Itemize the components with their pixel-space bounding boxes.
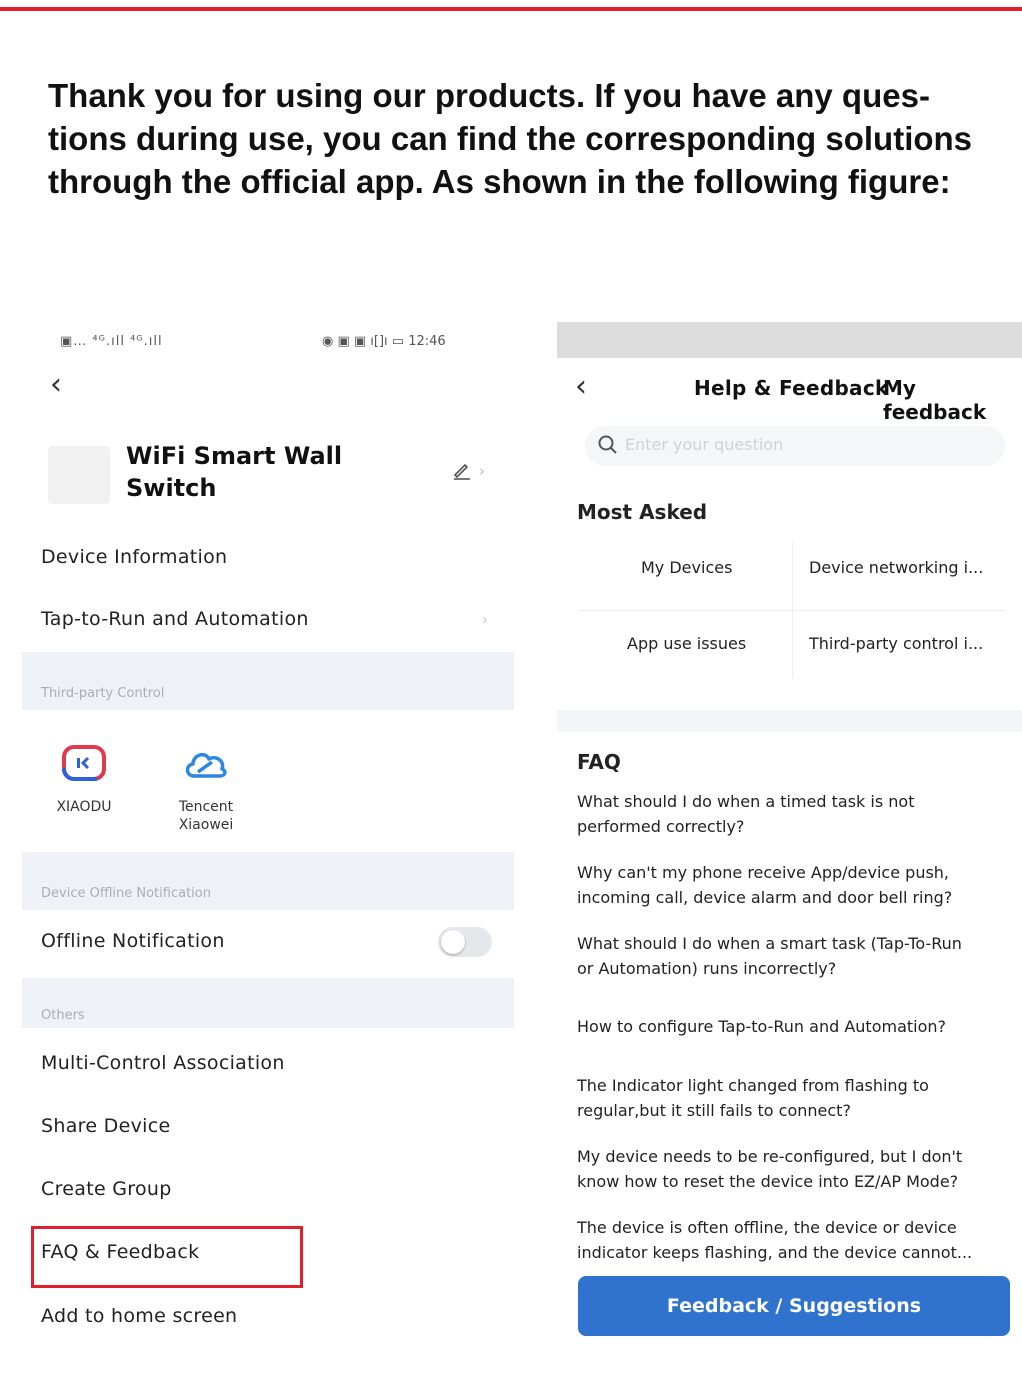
most-asked-item[interactable]: App use issues [579, 610, 792, 682]
row-label: Add to home screen [41, 1305, 238, 1327]
section-header-others: Others [22, 978, 514, 1028]
section-label: Others [41, 1008, 85, 1023]
toggle-knob [441, 930, 465, 954]
xiaodu-icon [62, 745, 106, 781]
row-multi-control[interactable]: Multi-Control Association [22, 1038, 514, 1094]
search-icon [598, 435, 617, 454]
intro-line: Thank you for using our products. If you… [48, 77, 930, 114]
section-header-third-party: Third-party Control [22, 652, 514, 710]
device-settings-screen: ▣… ⁴ᴳ.ıll ⁴ᴳ.ıll ◉ ▣ ▣ ı[]ı ▭ 12:46 ‹ Wi… [22, 322, 514, 1352]
intro-paragraph: Thank you for using our products. If you… [48, 74, 998, 203]
faq-text: incoming call, device alarm and door bel… [577, 888, 953, 907]
faq-highlight-box [31, 1226, 303, 1288]
most-asked-label: App use issues [627, 634, 747, 653]
faq-item[interactable]: What should I do when a smart task (Tap-… [577, 931, 997, 981]
faq-item[interactable]: How to configure Tap-to-Run and Automati… [577, 1014, 997, 1039]
section-header-offline: Device Offline Notification [22, 852, 514, 910]
row-label: Create Group [41, 1178, 172, 1200]
third-party-name: Xiaowei [178, 817, 234, 833]
third-party-name: Tencent [178, 799, 234, 815]
intro-line: tions during use, you can find the corre… [48, 120, 973, 157]
third-party-name: XIAODU [56, 799, 112, 815]
help-feedback-screen: ‹ Help & Feedback My feedback Enter your… [557, 322, 1022, 1352]
section-gap [557, 710, 1022, 732]
row-add-home-screen[interactable]: Add to home screen [22, 1291, 514, 1347]
faq-text: performed correctly? [577, 817, 745, 836]
feedback-suggestions-button[interactable]: Feedback / Suggestions [578, 1276, 1010, 1336]
faq-text: The Indicator light changed from flashin… [577, 1076, 929, 1095]
faq-text: indicator keeps flashing, and the device… [577, 1243, 973, 1262]
faq-item[interactable]: My device needs to be re-configured, but… [577, 1144, 997, 1194]
faq-text: or Automation) runs incorrectly? [577, 959, 837, 978]
faq-text: What should I do when a timed task is no… [577, 792, 915, 811]
most-asked-label: My Devices [641, 558, 733, 577]
device-thumbnail [48, 446, 110, 504]
most-asked-label: Third-party control i... [809, 634, 984, 653]
top-red-rule [0, 7, 1022, 11]
chevron-right-icon: › [481, 610, 488, 629]
search-placeholder: Enter your question [625, 435, 784, 454]
faq-text: The device is often offline, the device … [577, 1218, 957, 1237]
row-label: Offline Notification [41, 930, 225, 952]
faq-item[interactable]: The device is often offline, the device … [577, 1215, 997, 1265]
section-label: Third-party Control [41, 686, 165, 701]
most-asked-item[interactable]: Third-party control i... [792, 610, 1005, 682]
row-create-group[interactable]: Create Group [22, 1164, 514, 1220]
row-label: Share Device [41, 1115, 171, 1137]
faq-item[interactable]: What should I do when a timed task is no… [577, 789, 997, 839]
row-label: Device Information [41, 546, 228, 568]
row-device-information[interactable]: Device Information [22, 532, 514, 588]
back-button[interactable]: ‹ [50, 370, 62, 400]
device-name-line: Switch [126, 474, 217, 502]
device-name: WiFi Smart Wall Switch [126, 440, 366, 504]
status-bar-left: ▣… ⁴ᴳ.ıll ⁴ᴳ.ıll [60, 334, 163, 349]
faq-item[interactable]: Why can't my phone receive App/device pu… [577, 860, 997, 910]
device-name-line: WiFi Smart Wall [126, 442, 343, 470]
most-asked-label: Device networking i... [809, 558, 984, 577]
offline-notification-toggle[interactable] [438, 927, 492, 957]
faq-item[interactable]: The Indicator light changed from flashin… [577, 1073, 997, 1123]
most-asked-grid: My Devices Device networking i... App us… [579, 534, 1005, 686]
faq-text: know how to reset the device into EZ/AP … [577, 1172, 959, 1191]
back-button[interactable]: ‹ [575, 372, 587, 402]
third-party-xiaodu[interactable]: XIAODU [34, 738, 134, 816]
most-asked-item[interactable]: Device networking i... [792, 534, 1005, 606]
third-party-tencent-xiaowei[interactable]: Tencent Xiaowei [156, 738, 256, 834]
faq-heading: FAQ [577, 750, 621, 774]
faq-text: How to configure Tap-to-Run and Automati… [577, 1017, 947, 1036]
intro-line: through the official app. As shown in th… [48, 163, 951, 200]
chevron-right-icon: › [479, 462, 485, 480]
row-label: Multi-Control Association [41, 1052, 285, 1074]
faq-text: regular,but it still fails to connect? [577, 1101, 851, 1120]
row-label: Tap-to-Run and Automation [41, 608, 309, 630]
edit-pencil-icon[interactable] [452, 460, 472, 485]
most-asked-heading: Most Asked [577, 500, 708, 524]
row-tap-to-run[interactable]: Tap-to-Run and Automation › [22, 594, 514, 650]
faq-text: What should I do when a smart task (Tap-… [577, 934, 962, 953]
section-label: Device Offline Notification [41, 886, 211, 901]
row-share-device[interactable]: Share Device [22, 1101, 514, 1157]
status-bar [557, 322, 1022, 358]
page-title: Help & Feedback [694, 376, 889, 400]
most-asked-item[interactable]: My Devices [579, 534, 792, 606]
status-bar-right: ◉ ▣ ▣ ı[]ı ▭ 12:46 [322, 334, 446, 349]
search-input[interactable]: Enter your question [585, 426, 1005, 466]
faq-text: Why can't my phone receive App/device pu… [577, 863, 950, 882]
faq-text: My device needs to be re-configured, but… [577, 1147, 963, 1166]
grid-divider [792, 542, 793, 678]
tencent-cloud-icon [185, 752, 227, 778]
my-feedback-link[interactable]: My feedback [883, 376, 1022, 424]
